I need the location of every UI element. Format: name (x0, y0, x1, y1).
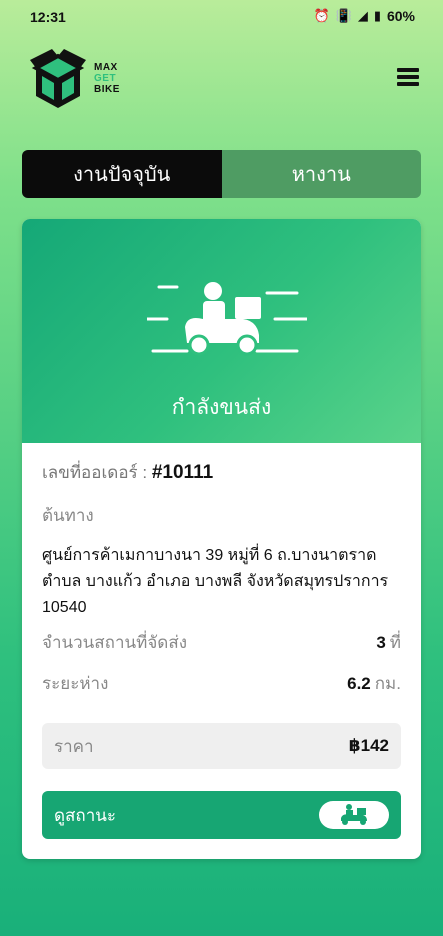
status-icons: ⏰ 📳 ◢ ▮ 60% (313, 8, 415, 24)
view-status-button[interactable]: ดูสถานะ (42, 791, 401, 839)
delivery-rider-icon (147, 282, 307, 356)
vibrate-icon: 📳 (335, 8, 352, 23)
battery-percent: 60% (386, 8, 415, 24)
distance-row: ระยะห่าง 6.2 กม. (42, 670, 401, 697)
distance-value: 6.2 (347, 674, 371, 693)
tab-current-jobs[interactable]: งานปัจจุบัน (22, 150, 222, 198)
status-time: 12:31 (30, 9, 66, 25)
status-pill (319, 801, 389, 829)
origin-address: ศูนย์การค้าเมกาบางนา 39 หมู่ที่ 6 ถ.บางน… (42, 543, 401, 621)
logo-text-get: GET (94, 73, 117, 84)
signal-icon: ◢ (357, 8, 368, 23)
origin-label: ต้นทาง (42, 506, 94, 525)
address-line-2: ตำบล บางแก้ว อำเภอ บางพลี จังหวัดสมุทรปร… (42, 573, 389, 590)
battery-icon: ▮ (373, 8, 381, 23)
order-label: เลขที่ออเดอร์ : (42, 463, 148, 482)
status-bar: 12:31 ⏰ 📳 ◢ ▮ 60% (0, 0, 443, 36)
price-box: ราคา ฿142 (42, 723, 401, 769)
stops-value: 3 (376, 633, 386, 652)
distance-label: ระยะห่าง (42, 674, 109, 693)
scooter-icon (341, 804, 367, 825)
alarm-icon: ⏰ (313, 8, 330, 23)
order-number: #10111 (151, 462, 214, 483)
price-label: ราคา (54, 736, 94, 756)
order-card: กำลังขนส่ง เลขที่ออเดอร์ : #10111 ต้นทาง… (22, 219, 421, 859)
address-line-3: 10540 (42, 599, 87, 616)
card-body: เลขที่ออเดอร์ : #10111 ต้นทาง ศูนย์การค้… (22, 459, 421, 839)
app-logo: MAX GET BIKE (28, 46, 128, 116)
delivery-status: กำลังขนส่ง (171, 396, 272, 419)
address-line-1: ศูนย์การค้าเมกาบางนา 39 หมู่ที่ 6 ถ.บางน… (42, 547, 377, 564)
distance-unit: กม. (374, 674, 401, 693)
tab-bar: งานปัจจุบัน หางาน (22, 150, 421, 198)
tab-find-jobs[interactable]: หางาน (221, 150, 421, 198)
price-value: ฿142 (348, 736, 389, 755)
hamburger-menu-icon[interactable] (397, 68, 419, 86)
box-logo-icon (30, 49, 86, 108)
card-header: กำลังขนส่ง (22, 219, 421, 443)
view-status-label: ดูสถานะ (54, 805, 117, 825)
logo-text-max: MAX (94, 62, 118, 73)
order-row: เลขที่ออเดอร์ : #10111 (42, 459, 401, 486)
stops-label: จำนวนสถานที่จัดส่ง (42, 633, 188, 652)
stops-unit: ที่ (389, 633, 401, 652)
stops-row: จำนวนสถานที่จัดส่ง 3 ที่ (42, 629, 401, 656)
logo-text-bike: BIKE (94, 84, 120, 95)
